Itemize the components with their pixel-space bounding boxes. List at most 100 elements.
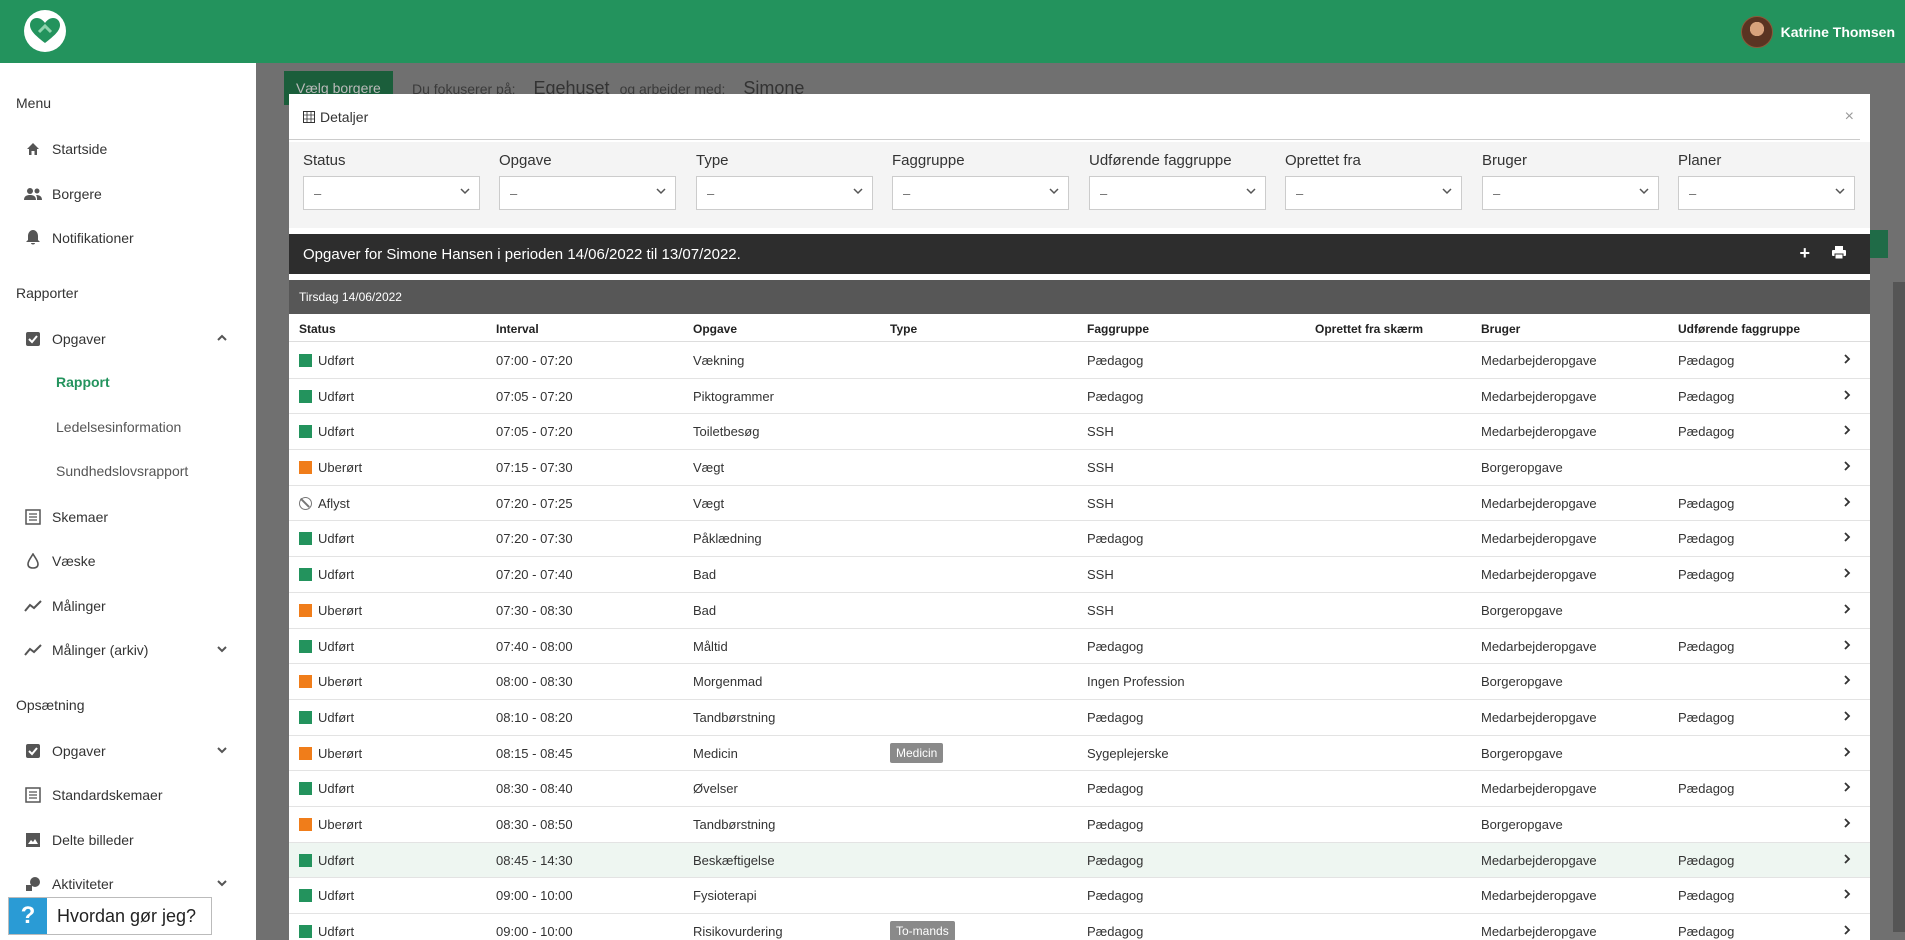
chevron-right-icon[interactable] [1842, 460, 1852, 475]
chevron-right-icon[interactable] [1842, 817, 1852, 832]
chevron-right-icon[interactable] [1842, 353, 1852, 368]
filter-select[interactable]: – [696, 176, 873, 210]
chevron-right-icon[interactable] [1842, 853, 1852, 868]
type-badge: Medicin [890, 742, 944, 763]
sidebar-item-borgere[interactable]: Borgere [24, 182, 232, 206]
task-cell: Bad [693, 602, 717, 618]
col-header-bruger[interactable]: Bruger [1481, 322, 1520, 336]
table-row[interactable]: Udført 08:45 - 14:30 Beskæftigelse Pædagog M… [289, 842, 1870, 879]
sidebar-item-aktiviteter[interactable]: Aktiviteter [24, 872, 232, 896]
col-header-opgave[interactable]: Opgave [693, 322, 737, 336]
help-widget[interactable]: ? Hvordan gør jeg? [8, 897, 212, 935]
filter-select[interactable]: – [303, 176, 480, 210]
table-row[interactable]: Uberørt 08:00 - 08:30 Morgenmad Ingen Profe… [289, 664, 1870, 700]
sidebar-item-standardskemaer[interactable]: Standardskemaer [24, 783, 232, 807]
table-row[interactable]: Uberørt 08:30 - 08:50 Tandbørstning Pædagog… [289, 807, 1870, 843]
sidebar-item-maalinger[interactable]: Målinger [24, 594, 232, 618]
user-cell: Medarbejderopgave [1481, 888, 1597, 904]
day-header: Tirsdag 14/06/2022 [289, 280, 1870, 314]
table-row[interactable]: Udført 09:00 - 10:00 Fysioterapi Pædagog Med… [289, 878, 1870, 914]
chevron-right-icon[interactable] [1842, 674, 1852, 689]
filter-select[interactable]: – [1285, 176, 1462, 210]
sidebar-item-label: Delte billeder [52, 832, 134, 848]
chevron-right-icon[interactable] [1842, 746, 1852, 761]
sidebar-item-opgaver-setup[interactable]: Opgaver [24, 739, 232, 763]
close-icon[interactable]: × [1845, 108, 1854, 126]
chevron-right-icon[interactable] [1842, 496, 1852, 511]
col-header-udfoerende[interactable]: Udførende faggruppe [1678, 322, 1800, 336]
sidebar-item-skemaer[interactable]: Skemaer [24, 505, 232, 529]
chevron-down-icon [459, 185, 471, 200]
status-text: Uberørt [318, 816, 363, 832]
user-cell: Medarbejderopgave [1481, 567, 1597, 583]
chevron-right-icon[interactable] [1842, 888, 1852, 903]
table-row[interactable]: Udført 08:30 - 08:40 Øvelser Pædagog Medarbe… [289, 771, 1870, 807]
table-row[interactable]: Udført 07:40 - 08:00 Måltid Pædagog Medarbej… [289, 629, 1870, 665]
sidebar-subitem-rapport[interactable]: Rapport [56, 374, 110, 390]
chevron-right-icon[interactable] [1842, 781, 1852, 796]
col-header-faggruppe[interactable]: Faggruppe [1087, 322, 1149, 336]
user-menu[interactable]: Katrine Thomsen [1740, 16, 1895, 48]
add-icon[interactable]: + [1799, 243, 1810, 264]
chevron-right-icon[interactable] [1842, 603, 1852, 618]
chevron-right-icon[interactable] [1842, 567, 1852, 582]
chevron-right-icon[interactable] [1842, 424, 1852, 439]
sidebar-item-label: Væske [52, 553, 96, 569]
filter-select[interactable]: – [892, 176, 1069, 210]
sidebar-item-maalinger-arkiv[interactable]: Målinger (arkiv) [24, 638, 232, 662]
group-cell: Pædagog [1087, 388, 1144, 404]
sidebar: Menu Startside Borgere Notifikationer Ra… [0, 63, 256, 940]
page-scrollbar[interactable] [1893, 282, 1905, 932]
sidebar-item-vaeske[interactable]: Væske [24, 549, 232, 573]
status-cell: Udført [299, 853, 354, 868]
app-logo[interactable] [24, 10, 66, 52]
group-cell: Pædagog [1087, 638, 1144, 654]
interval-cell: 08:30 - 08:50 [496, 816, 573, 832]
task-cell: Bad [693, 567, 717, 583]
status-text: Udført [318, 852, 355, 868]
col-header-status[interactable]: Status [299, 322, 336, 336]
sidebar-subitem-sundhedslovsrapport[interactable]: Sundhedslovsrapport [56, 463, 188, 479]
table-row[interactable]: Udført 07:20 - 07:40 Bad SSH Medarbejderopga… [289, 557, 1870, 593]
group-cell: Pædagog [1087, 709, 1144, 725]
col-header-oprettet[interactable]: Oprettet fra skærm [1315, 322, 1423, 336]
filter-select[interactable]: – [499, 176, 676, 210]
table-row[interactable]: Udført 07:05 - 07:20 Toiletbesøg SSH Medarbe… [289, 414, 1870, 451]
chevron-right-icon[interactable] [1842, 710, 1852, 725]
task-cell: Medicin [693, 745, 738, 761]
chevron-right-icon[interactable] [1842, 639, 1852, 654]
sidebar-item-notifikationer[interactable]: Notifikationer [24, 226, 232, 250]
chevron-right-icon[interactable] [1842, 389, 1852, 404]
col-header-interval[interactable]: Interval [496, 322, 539, 336]
table-row[interactable]: Udført 07:05 - 07:20 Piktogrammer Pædagog Me… [289, 379, 1870, 415]
filter-select[interactable]: – [1482, 176, 1659, 210]
task-cell: Vægt [693, 495, 725, 511]
status-indicator [299, 710, 312, 724]
filter-select[interactable]: – [1678, 176, 1855, 210]
table-row[interactable]: Udført 07:00 - 07:20 Vækning Pædagog Medarbe… [289, 343, 1870, 379]
table-row[interactable]: Uberørt 07:15 - 07:30 Vægt SSH Borgeropgave [289, 450, 1870, 486]
table-row[interactable]: Udført 07:20 - 07:30 Påklædning Pædagog Meda… [289, 521, 1870, 558]
interval-cell: 08:30 - 08:40 [496, 781, 573, 797]
filter-select[interactable]: – [1089, 176, 1266, 210]
table-row[interactable]: Udført 08:10 - 08:20 Tandbørstning Pædagog M… [289, 700, 1870, 736]
sidebar-item-opgaver-reports[interactable]: Opgaver [24, 327, 232, 351]
avatar [1740, 16, 1773, 48]
cancelled-icon [299, 496, 312, 510]
chevron-right-icon[interactable] [1842, 924, 1852, 939]
sidebar-subitem-ledelsesinformation[interactable]: Ledelsesinformation [56, 419, 181, 435]
image-icon [24, 831, 42, 849]
status-text: Udført [318, 709, 355, 725]
table-row[interactable]: Uberørt 08:15 - 08:45 Medicin Medicin Sygepl… [289, 736, 1870, 772]
print-icon[interactable] [1832, 246, 1846, 263]
chevron-right-icon[interactable] [1842, 531, 1852, 546]
table-row[interactable]: Uberørt 07:30 - 08:30 Bad SSH Borgeropgave [289, 593, 1870, 629]
table-row[interactable]: Aflyst 07:20 - 07:25 Vægt SSH Medarbejderopg… [289, 486, 1870, 522]
table-row[interactable]: Udført 09:00 - 10:00 Risikovurdering To-man… [289, 914, 1870, 940]
col-header-type[interactable]: Type [890, 322, 917, 336]
filter-label: Opgave [499, 152, 552, 169]
sidebar-item-delte-billeder[interactable]: Delte billeder [24, 828, 232, 852]
sidebar-item-startside[interactable]: Startside [24, 137, 232, 161]
interval-cell: 09:00 - 10:00 [496, 924, 573, 939]
checkbox-icon [24, 742, 42, 760]
